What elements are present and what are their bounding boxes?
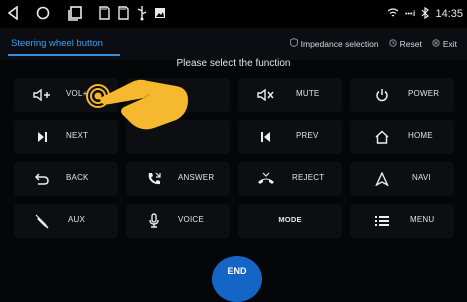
call-answer-icon (144, 169, 164, 189)
image-icon (153, 4, 167, 22)
prompt-text: Please select the function (176, 58, 291, 69)
bluetooth-icon (421, 6, 430, 22)
function-menu[interactable]: MENU (350, 204, 454, 238)
recent-apps-icon[interactable] (66, 4, 84, 22)
back-arrow-icon (32, 169, 52, 189)
tab-underline (8, 54, 120, 56)
function-label: MODE (278, 215, 302, 224)
function-prev[interactable]: PREV (238, 120, 342, 154)
home-icon (372, 127, 392, 147)
skip-next-icon (32, 127, 52, 147)
microphone-icon (144, 211, 164, 231)
function-grid: VOL+ MUTE POWER NEXT PREV HOME BACK ANSW… (0, 72, 467, 248)
navigation-icon (372, 169, 392, 189)
sd-card-icon-2 (116, 4, 130, 22)
reset-icon (388, 38, 397, 49)
reset-label: Reset (399, 38, 422, 49)
exit-button[interactable]: Exit (432, 38, 457, 49)
pointer-hand-icon (86, 79, 188, 130)
shield-icon (289, 37, 298, 49)
menu-list-icon (372, 211, 392, 231)
function-label: BACK (66, 173, 89, 182)
reset-button[interactable]: Reset (388, 38, 422, 49)
back-triangle-icon[interactable] (5, 4, 21, 22)
power-icon (372, 85, 392, 105)
impedance-selection-button[interactable]: Impedance selection (289, 37, 379, 49)
function-power[interactable]: POWER (350, 78, 454, 112)
call-reject-icon (256, 169, 276, 189)
exit-label: Exit (442, 38, 457, 49)
function-mute[interactable]: MUTE (238, 78, 342, 112)
signal-icon: •••il (405, 10, 416, 18)
function-label: MENU (410, 215, 435, 224)
function-label: AUX (68, 215, 86, 224)
function-reject[interactable]: REJECT (238, 162, 342, 196)
function-label: POWER (408, 89, 440, 98)
mute-icon (256, 85, 276, 105)
status-right: •••il 14:35 (387, 0, 463, 28)
exit-icon (432, 38, 440, 49)
function-home[interactable]: HOME (350, 120, 454, 154)
usb-icon (135, 4, 149, 22)
sd-card-icon (97, 4, 111, 22)
end-button[interactable]: END (212, 256, 262, 302)
function-label: ANSWER (178, 173, 215, 182)
function-voice[interactable]: VOICE (126, 204, 230, 238)
function-navi[interactable]: NAVI (350, 162, 454, 196)
aux-plug-icon (32, 211, 52, 231)
function-label: REJECT (292, 173, 325, 182)
function-label: PREV (296, 131, 319, 140)
function-answer[interactable]: ANSWER (126, 162, 230, 196)
function-label: VOICE (178, 215, 204, 224)
status-bar: •••il 14:35 (0, 0, 467, 28)
impedance-selection-label: Impedance selection (300, 38, 379, 49)
header-actions: Impedance selection Reset Exit (289, 37, 457, 49)
skip-previous-icon (256, 127, 276, 147)
clock: 14:35 (435, 8, 463, 20)
function-mode[interactable]: MODE (238, 204, 342, 238)
function-aux[interactable]: AUX (14, 204, 118, 238)
home-circle-icon[interactable] (35, 4, 51, 22)
function-label: HOME (408, 131, 433, 140)
function-label: NAVI (412, 173, 431, 182)
end-button-label: END (227, 266, 247, 276)
tab-steering-wheel-button[interactable]: Steering wheel button (11, 38, 103, 49)
wifi-icon (387, 7, 399, 21)
function-label: MUTE (296, 89, 320, 98)
volume-up-icon (32, 85, 52, 105)
function-back[interactable]: BACK (14, 162, 118, 196)
